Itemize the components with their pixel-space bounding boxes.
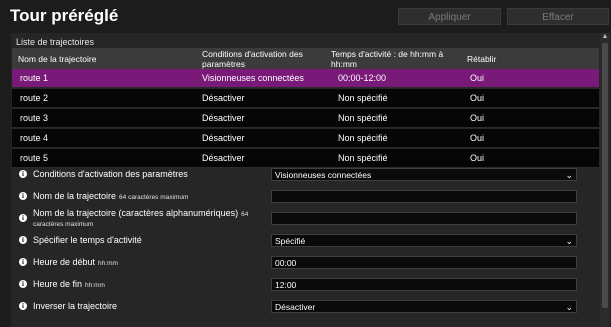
- route-name-input[interactable]: [271, 190, 577, 203]
- info-circle-icon: i: [19, 214, 27, 222]
- info-circle-icon: i: [19, 192, 27, 200]
- table-row[interactable]: route 4 Désactiver Non spécifié Oui: [12, 129, 599, 148]
- title-bar: Tour préréglé Appliquer Effacer: [0, 0, 611, 30]
- active-time-select-value: Spécifié: [275, 236, 306, 246]
- start-time-input[interactable]: 00:00: [271, 256, 577, 269]
- info-circle-icon: i: [19, 170, 27, 178]
- chevron-down-icon: ⌄: [565, 236, 573, 246]
- cell-conditions: Désactiver: [202, 153, 245, 163]
- table-row[interactable]: route 1 Visionneuses connectées 00:00-12…: [12, 69, 599, 88]
- route-name-label: Nom de la trajectoire 64 caractères maxim…: [33, 191, 189, 201]
- conditions-select[interactable]: Visionneuses connectées ⌄: [271, 168, 577, 181]
- clear-button[interactable]: Effacer: [507, 8, 609, 25]
- cell-conditions: Désactiver: [202, 93, 245, 103]
- start-time-label: Heure de début hh:mm: [33, 257, 118, 267]
- cell-route-name: route 5: [20, 153, 49, 163]
- vertical-scrollbar[interactable]: ▲: [600, 33, 610, 327]
- column-header-conditions: Conditions d'activation des paramètres: [202, 49, 303, 69]
- conditions-select-value: Visionneuses connectées: [275, 170, 372, 180]
- info-circle-icon: i: [19, 258, 27, 266]
- route-name-alnum-field: i Nom de la trajectoire (caractères alph…: [11, 209, 600, 231]
- page-title: Tour préréglé: [10, 6, 119, 25]
- active-time-field: i Spécifier le temps d'activité Spécifié…: [11, 231, 600, 252]
- cell-restore: Oui: [470, 73, 485, 83]
- cell-conditions: Désactiver: [202, 133, 245, 143]
- route-name-field: i Nom de la trajectoire 64 caractères max…: [11, 187, 600, 208]
- active-time-label: Spécifier le temps d'activité: [33, 235, 142, 245]
- reverse-label: Inverser la trajectoire: [33, 301, 118, 311]
- reverse-field: i Inverser la trajectoire Désactiver ⌄: [11, 297, 600, 318]
- conditions-field: i Conditions d'activation des paramètres…: [11, 165, 600, 186]
- chevron-down-icon: ⌄: [565, 302, 573, 312]
- cell-conditions: Désactiver: [202, 113, 245, 123]
- route-list-title: Liste de trajectoires: [16, 37, 95, 47]
- start-time-hint: hh:mm: [98, 260, 118, 267]
- cell-route-name: route 1: [20, 73, 49, 83]
- cell-restore: Oui: [470, 153, 485, 163]
- end-time-hint: hh:mm: [85, 282, 105, 289]
- end-time-label: Heure de fin hh:mm: [33, 279, 105, 289]
- end-time-input[interactable]: 12:00: [271, 278, 577, 291]
- cell-active-time: 00:00-12:00: [338, 73, 387, 83]
- cell-route-name: route 4: [20, 133, 49, 143]
- info-circle-icon: i: [19, 236, 27, 244]
- column-header-active-time: Temps d'activité : de hh:mm à hh:mm: [331, 49, 444, 69]
- scroll-thumb[interactable]: [602, 43, 608, 308]
- active-time-select[interactable]: Spécifié ⌄: [271, 234, 577, 247]
- table-row[interactable]: route 3 Désactiver Non spécifié Oui: [12, 109, 599, 128]
- scroll-up-arrow-icon[interactable]: ▲: [601, 33, 609, 41]
- chevron-down-icon: ⌄: [565, 170, 573, 180]
- column-header-route-name: Nom de la trajectoire: [18, 54, 97, 64]
- route-name-alnum-input[interactable]: [271, 212, 577, 225]
- route-name-alnum-label: Nom de la trajectoire (caractères alphan…: [33, 208, 249, 229]
- cell-restore: Oui: [470, 93, 485, 103]
- info-circle-icon: i: [19, 302, 27, 310]
- info-circle-icon: i: [19, 280, 27, 288]
- cell-route-name: route 3: [20, 113, 49, 123]
- reverse-select[interactable]: Désactiver ⌄: [271, 300, 577, 313]
- cell-restore: Oui: [470, 113, 485, 123]
- start-time-field: i Heure de début hh:mm 00:00: [11, 253, 600, 274]
- column-header-restore: Rétablir: [467, 54, 497, 64]
- cell-conditions: Visionneuses connectées: [202, 73, 304, 83]
- apply-button[interactable]: Appliquer: [398, 8, 501, 25]
- cell-restore: Oui: [470, 133, 485, 143]
- cell-active-time: Non spécifié: [338, 153, 388, 163]
- reverse-select-value: Désactiver: [275, 302, 316, 312]
- cell-route-name: route 2: [20, 93, 49, 103]
- cell-active-time: Non spécifié: [338, 93, 388, 103]
- cell-active-time: Non spécifié: [338, 113, 388, 123]
- cell-active-time: Non spécifié: [338, 133, 388, 143]
- end-time-field: i Heure de fin hh:mm 12:00: [11, 275, 600, 296]
- route-name-hint: 64 caractères maximum: [119, 194, 189, 201]
- conditions-label: Conditions d'activation des paramètres: [33, 169, 188, 179]
- table-row[interactable]: route 2 Désactiver Non spécifié Oui: [12, 89, 599, 108]
- table-header: Nom de la trajectoire Conditions d'activ…: [12, 48, 599, 69]
